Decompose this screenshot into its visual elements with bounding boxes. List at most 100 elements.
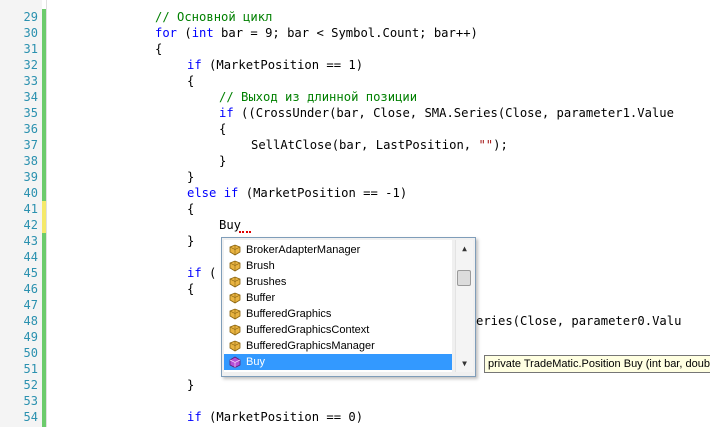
line-number: 46 [23, 282, 38, 296]
line-number: 43 [23, 234, 38, 248]
code-line-31: { [155, 42, 163, 56]
code-line-45: if ( [187, 265, 216, 281]
line-number: 36 [23, 122, 38, 136]
completion-item-label: Buy [246, 356, 265, 368]
code-token: ( [201, 266, 217, 280]
line-number: 54 [23, 410, 38, 424]
completion-item-selected[interactable]: Buy [224, 354, 452, 370]
line-number: 37 [23, 138, 38, 152]
completion-item[interactable]: Brush [224, 258, 452, 274]
code-line-38: } [219, 154, 227, 168]
completion-item-label: BrokerAdapterManager [246, 244, 361, 256]
code-line-48: eries(Close, parameter0.Valu [476, 314, 682, 328]
code-line-37: SellAtClose(bar, LastPosition, ""); [251, 137, 508, 153]
completion-item[interactable]: BufferedGraphicsContext [224, 322, 452, 338]
completion-item[interactable]: BrokerAdapterManager [224, 242, 452, 258]
code-line-35: if ((CrossUnder(bar, Close, SMA.Series(C… [219, 105, 674, 121]
completion-item[interactable]: BufferedGraphicsManager [224, 338, 452, 354]
code-line-40: else if (MarketPosition == -1) [187, 185, 407, 201]
class-icon [229, 244, 241, 256]
unsaved-change-marker [42, 201, 46, 233]
line-number: 34 [23, 90, 38, 104]
completion-item-label: Brush [246, 260, 275, 272]
code-line-46: { [187, 282, 195, 296]
line-number: 29 [23, 10, 38, 24]
completion-item-label: Buffer [246, 292, 276, 304]
code-token: bar = 9; bar < Symbol.Count; bar++) [213, 26, 478, 40]
code-line-29: // Основной цикл [155, 10, 273, 24]
line-number: 45 [23, 266, 38, 280]
class-icon [229, 292, 241, 304]
scroll-down-arrow-icon[interactable]: ▼ [456, 355, 473, 372]
keyword-token: int [191, 26, 214, 40]
line-number: 42 [23, 218, 38, 232]
code-line-33: { [187, 74, 195, 88]
code-token: ((CrossUnder(bar, Close, SMA.Series(Clos… [233, 106, 674, 120]
line-number: 32 [23, 58, 38, 72]
line-number: 35 [23, 106, 38, 120]
code-token: ( [177, 26, 192, 40]
line-number: 30 [23, 26, 38, 40]
keyword-token: if [187, 410, 202, 424]
keyword-token: for [155, 26, 178, 40]
completion-item[interactable]: Brushes [224, 274, 452, 290]
code-line-43: } [187, 234, 195, 248]
intellisense-popup[interactable]: BrokerAdapterManager Brush Brushes Buffe… [221, 237, 476, 377]
completion-item[interactable]: Buffer [224, 290, 452, 306]
error-squiggle [239, 231, 251, 233]
signature-tooltip: private TradeMatic.Position Buy (int bar… [484, 355, 710, 373]
line-number: 52 [23, 378, 38, 392]
code-token: (MarketPosition == 0) [201, 410, 364, 424]
class-icon [229, 276, 241, 288]
code-line-32: if (MarketPosition == 1) [187, 57, 363, 73]
code-line-42: Buy [219, 218, 242, 232]
keyword-token: if [187, 266, 202, 280]
code-token: (MarketPosition == 1) [201, 58, 364, 72]
code-line-39: } [187, 170, 195, 184]
code-token: SellAtClose(bar, LastPosition, [251, 138, 479, 152]
keyword-token: else [187, 186, 217, 200]
code-line-52: } [187, 378, 195, 392]
code-line-30: for (int bar = 9; bar < Symbol.Count; ba… [155, 25, 478, 41]
line-number: 44 [23, 250, 38, 264]
class-icon [229, 324, 241, 336]
completion-item-label: BufferedGraphicsManager [246, 340, 375, 352]
saved-change-marker [42, 9, 46, 201]
line-number: 50 [23, 346, 38, 360]
code-line-54: if (MarketPosition == 0) [187, 409, 363, 425]
line-number: 39 [23, 170, 38, 184]
line-number: 51 [23, 362, 38, 376]
completion-item-label: BufferedGraphicsContext [246, 324, 370, 336]
line-number: 31 [23, 42, 38, 56]
class-icon [229, 308, 241, 320]
class-icon [229, 340, 241, 352]
class-icon [229, 260, 241, 272]
code-token: (MarketPosition == -1) [238, 186, 408, 200]
line-number: 53 [23, 394, 38, 408]
code-line-34: // Выход из длинной позиции [219, 90, 418, 104]
line-number: 40 [23, 186, 38, 200]
completion-item-label: Brushes [246, 276, 287, 288]
keyword-token: if [219, 106, 234, 120]
line-number: 38 [23, 154, 38, 168]
gutter-separator [46, 0, 47, 427]
code-token: ); [493, 138, 508, 152]
keyword-token: if [223, 186, 239, 200]
line-number: 33 [23, 74, 38, 88]
line-number: 48 [23, 314, 38, 328]
string-token: "" [478, 138, 494, 152]
code-line-41: { [187, 202, 195, 216]
completion-scrollbar[interactable]: ▲ ▼ [455, 240, 473, 372]
line-number: 47 [23, 298, 38, 312]
saved-change-marker [42, 233, 46, 427]
completion-list[interactable]: BrokerAdapterManager Brush Brushes Buffe… [224, 240, 452, 372]
line-number: 49 [23, 330, 38, 344]
line-number: 41 [23, 202, 38, 216]
scrollbar-thumb[interactable] [457, 270, 471, 286]
completion-item[interactable]: BufferedGraphics [224, 306, 452, 322]
scroll-up-arrow-icon[interactable]: ▲ [456, 240, 473, 257]
completion-item-label: BufferedGraphics [246, 308, 332, 320]
keyword-token: if [187, 58, 202, 72]
code-line-36: { [219, 122, 227, 136]
